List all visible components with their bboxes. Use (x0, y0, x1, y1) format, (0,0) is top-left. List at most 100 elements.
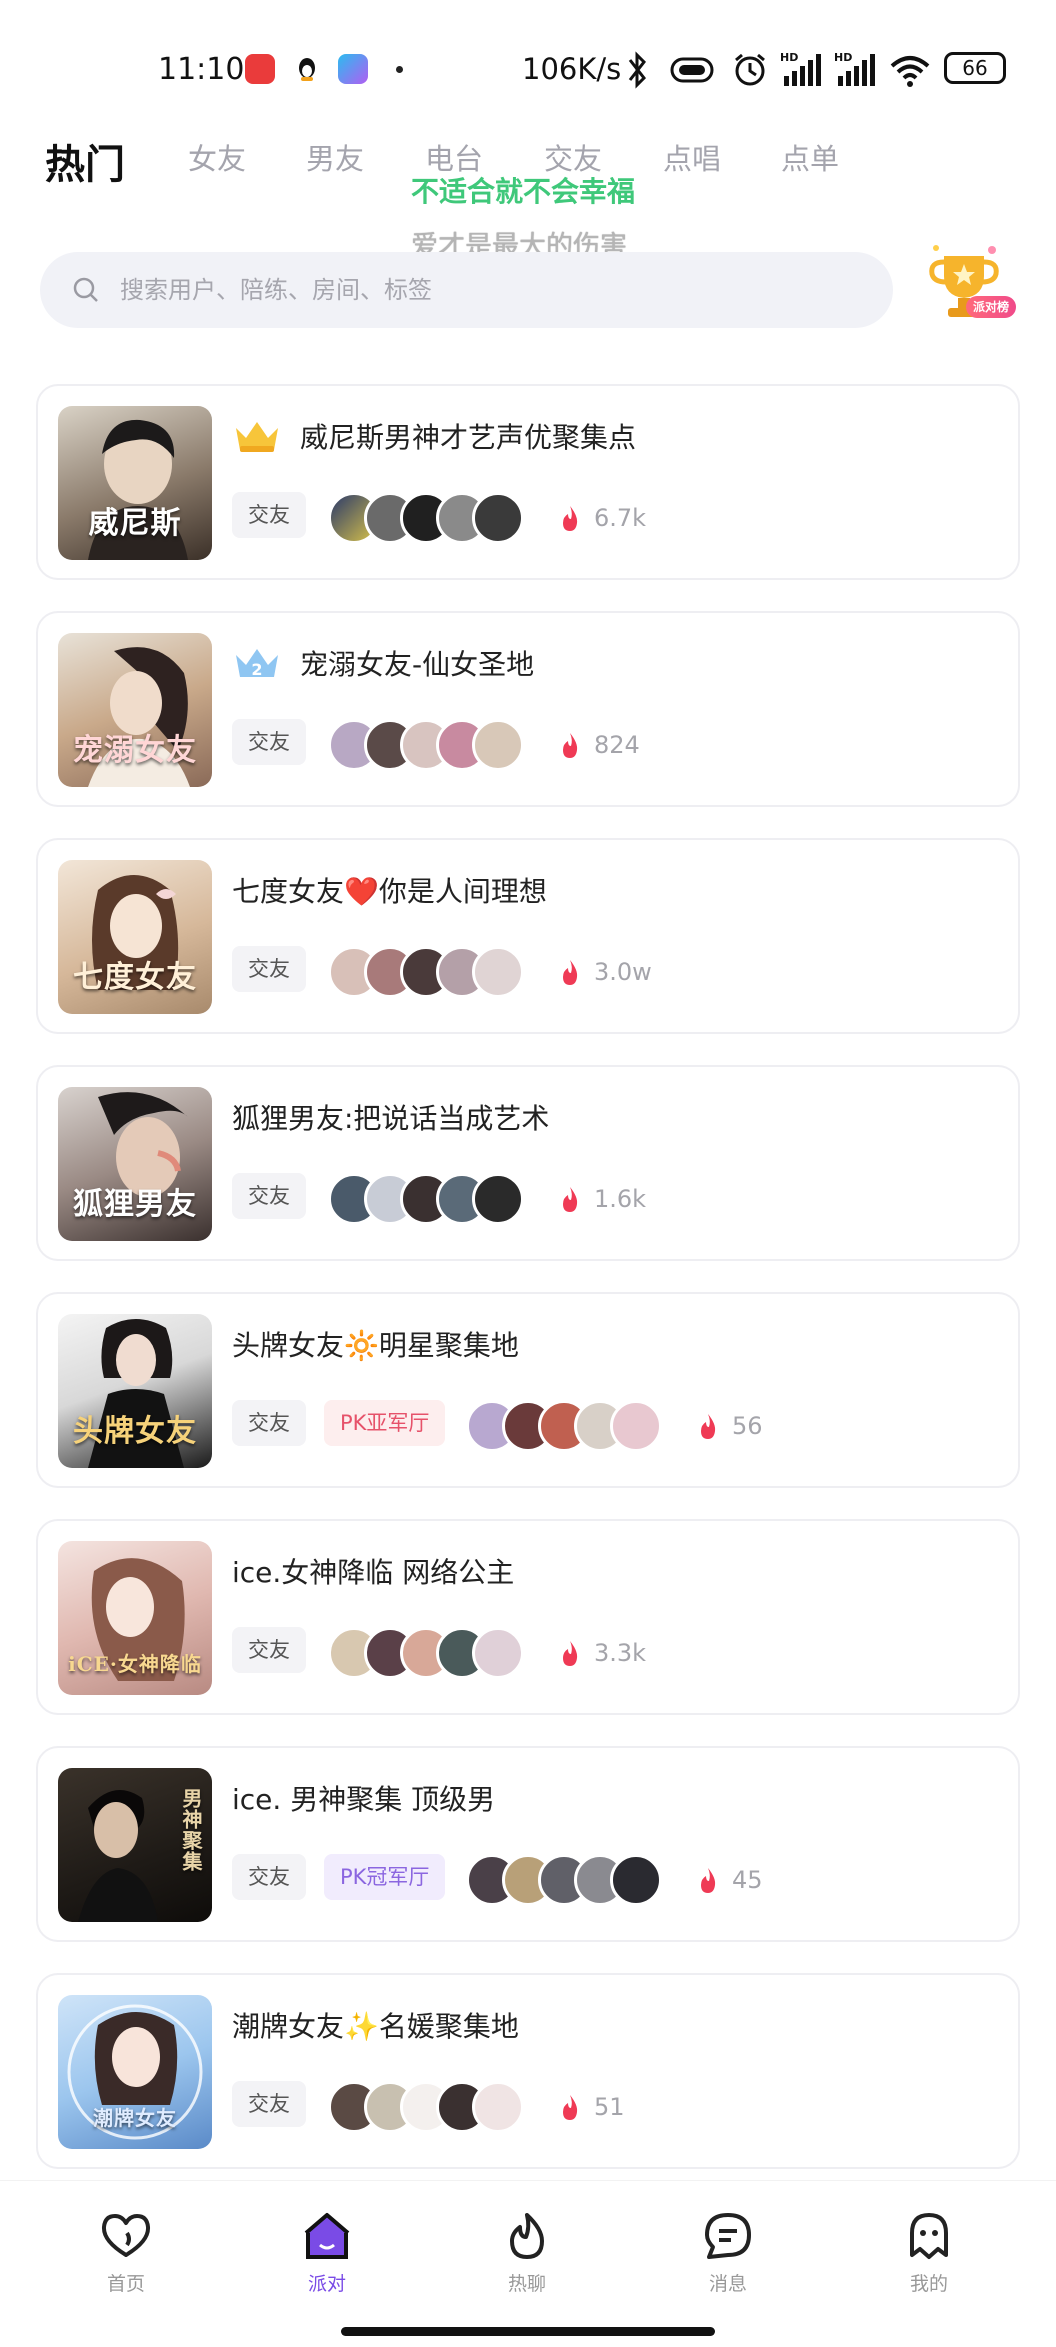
member-avatars (328, 2081, 538, 2133)
room-cover-image: 头牌女友 (58, 1314, 212, 1468)
room-type-tag: 交友 (232, 2081, 306, 2127)
heat-value: 45 (732, 1866, 763, 1894)
room-title: ice.女神降临 网络公主 (232, 1556, 515, 1589)
nav-label: 热聊 (507, 2273, 546, 2295)
room-title: 七度女友❤️你是人间理想 (232, 875, 547, 908)
room-title: 宠溺女友-仙女圣地 (300, 648, 535, 681)
signal-hd-1-icon: HD (780, 51, 821, 86)
tab-girlfriend[interactable]: 女友 (188, 136, 246, 178)
svg-text:2: 2 (251, 660, 262, 679)
flame-icon (563, 1187, 578, 1212)
message-icon (705, 2213, 751, 2259)
room-cover-image: 潮牌女友 (58, 1995, 212, 2149)
app-screen: 11:10 106K/s HD HD 66 热门 女友 男友 电台 交友 点唱 … (0, 0, 1056, 2347)
heat-value: 56 (732, 1412, 763, 1440)
room-cover-image: iCE·女神降临 (58, 1541, 212, 1695)
rank-2-icon: 2 (236, 649, 278, 679)
flame-icon (701, 1414, 716, 1439)
member-avatars (328, 1173, 538, 1225)
nav-profile[interactable]: 我的 (869, 2211, 989, 2296)
room-cover-image: 七度女友 (58, 860, 212, 1014)
nav-hot-chat[interactable]: 热聊 (467, 2211, 587, 2296)
avatar (472, 1627, 524, 1679)
avatar (472, 1173, 524, 1225)
member-avatars (328, 719, 538, 771)
room-title: 威尼斯男神才艺声优聚集点 (300, 421, 637, 454)
heat-indicator: 3.3k (560, 1633, 646, 1673)
room-type-tag: 交友 (232, 719, 306, 765)
signal-hd-2-icon: HD (834, 51, 875, 86)
heat-indicator: 56 (698, 1406, 763, 1446)
heat-value: 51 (594, 2093, 625, 2121)
room-type-tag: 交友 (232, 1854, 306, 1900)
alarm-icon (735, 53, 765, 86)
heat-value: 6.7k (594, 504, 647, 532)
room-card[interactable]: 男神聚集 ice. 男神聚集 顶级男 交友 PK冠军厅 45 (36, 1746, 1020, 1942)
room-cover-image: 威尼斯 (58, 406, 212, 560)
status-bar: 11:10 106K/s HD HD 66 (0, 48, 1056, 100)
room-card[interactable]: 狐狸男友 狐狸男友:把说话当成艺术 交友 1.6k (36, 1065, 1020, 1261)
pk-rank-tag: PK冠军厅 (324, 1854, 446, 1900)
room-title: 狐狸男友:把说话当成艺术 (232, 1102, 550, 1135)
svg-text:HD: HD (780, 51, 798, 64)
nav-label: 我的 (909, 2273, 948, 2295)
nav-home[interactable]: 首页 (66, 2211, 186, 2296)
room-card[interactable]: 七度女友 七度女友❤️你是人间理想 交友 3.0w (36, 838, 1020, 1034)
flame-icon (563, 960, 578, 985)
room-type-tag: 交友 (232, 1627, 306, 1673)
home-indicator[interactable] (341, 2327, 715, 2336)
room-cover-image: 男神聚集 (58, 1768, 212, 1922)
battery-level: 66 (962, 56, 988, 80)
room-title: 潮牌女友✨名媛聚集地 (232, 2010, 519, 2043)
avatar (610, 1854, 662, 1906)
search-bar[interactable] (40, 252, 893, 328)
heat-indicator: 6.7k (560, 498, 646, 538)
room-cover-caption: 狐狸男友 (73, 1187, 197, 1222)
room-cover-caption: 潮牌女友 (93, 2106, 177, 2130)
room-cover-caption: 威尼斯 (88, 506, 182, 541)
room-cover-caption: 头牌女友 (73, 1414, 197, 1449)
flame-icon (563, 2095, 578, 2120)
flame-icon (563, 506, 578, 531)
party-ranking-label: 派对榜 (966, 296, 1016, 318)
nav-party[interactable]: 派对 (267, 2211, 387, 2296)
nav-messages[interactable]: 消息 (668, 2211, 788, 2296)
room-card[interactable]: 威尼斯 威尼斯男神才艺声优聚集点 交友 6.7k (36, 384, 1020, 580)
flame-icon (563, 733, 578, 758)
search-input[interactable] (120, 268, 860, 312)
room-card[interactable]: 潮牌女友 潮牌女友✨名媛聚集地 交友 51 (36, 1973, 1020, 2169)
heat-indicator: 3.0w (560, 952, 652, 992)
room-title: 头牌女友🔆明星聚集地 (232, 1329, 519, 1362)
qq-icon (292, 54, 322, 84)
member-avatars (466, 1854, 676, 1906)
room-card[interactable]: 宠溺女友 2 宠溺女友-仙女圣地 交友 824 (36, 611, 1020, 807)
heat-indicator: 51 (560, 2087, 625, 2127)
room-card[interactable]: 头牌女友 头牌女友🔆明星聚集地 交友 PK亚军厅 56 (36, 1292, 1020, 1488)
member-avatars (328, 492, 538, 544)
party-ranking-button[interactable]: 派对榜 (922, 240, 1022, 330)
tab-song-request[interactable]: 点唱 (663, 136, 721, 178)
more-notifications-dot (396, 66, 403, 73)
room-cover-caption: 男神聚集 (179, 1788, 203, 1872)
avatar (472, 719, 524, 771)
flame-icon (563, 1641, 578, 1666)
tab-order[interactable]: 点单 (781, 136, 839, 178)
room-cover-caption: 宠溺女友 (73, 733, 197, 768)
member-avatars (328, 946, 538, 998)
tab-hot[interactable]: 热门 (45, 132, 125, 190)
nav-label: 首页 (106, 2273, 145, 2295)
avatar (610, 1400, 662, 1452)
member-avatars (328, 1627, 538, 1679)
pk-rank-tag: PK亚军厅 (324, 1400, 446, 1446)
status-time: 11:10 (158, 52, 245, 87)
room-card[interactable]: iCE·女神降临 ice.女神降临 网络公主 交友 3.3k (36, 1519, 1020, 1715)
flame-icon (510, 2213, 544, 2259)
heat-indicator: 45 (698, 1860, 763, 1900)
tab-boyfriend[interactable]: 男友 (306, 136, 364, 178)
heat-value: 3.0w (594, 958, 652, 986)
heat-indicator: 1.6k (560, 1179, 646, 1219)
crown-icon (236, 422, 278, 452)
avatar (472, 492, 524, 544)
heat-indicator: 824 (560, 725, 640, 765)
room-cover-image: 狐狸男友 (58, 1087, 212, 1241)
